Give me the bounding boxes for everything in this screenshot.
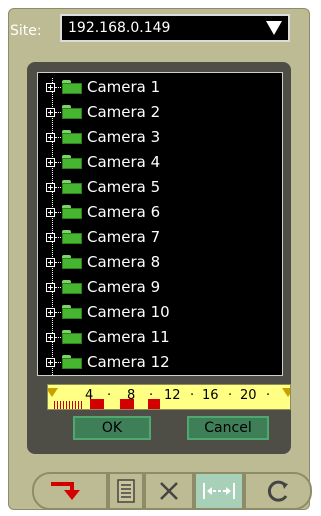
- camera-item[interactable]: Camera 8: [46, 252, 160, 272]
- site-value: 192.168.0.149: [68, 20, 171, 36]
- folder-icon: [62, 230, 82, 244]
- hour-label: 16: [202, 388, 219, 403]
- camera-label: Camera 6: [87, 203, 161, 221]
- expand-icon[interactable]: [46, 232, 55, 242]
- expand-icon[interactable]: [46, 82, 55, 92]
- folder-icon: [62, 80, 82, 94]
- expand-icon[interactable]: [46, 107, 55, 117]
- range-start-handle[interactable]: [48, 388, 58, 397]
- export-icon: [51, 482, 80, 500]
- list-icon: [117, 479, 135, 503]
- folder-icon: [62, 105, 82, 119]
- camera-item[interactable]: Camera 7: [46, 227, 160, 247]
- camera-label: Camera 11: [87, 328, 170, 346]
- folder-icon: [62, 255, 82, 269]
- expand-icon[interactable]: [46, 132, 55, 142]
- delete-button[interactable]: [144, 472, 194, 510]
- camera-item[interactable]: Camera 1: [46, 77, 160, 97]
- range-end-handle[interactable]: [282, 388, 290, 397]
- camera-item[interactable]: Camera 4: [46, 152, 160, 172]
- camera-item[interactable]: Camera 9: [46, 277, 160, 297]
- bottom-toolbar: [32, 472, 312, 510]
- ok-button[interactable]: OK: [73, 416, 151, 440]
- expand-icon[interactable]: [46, 257, 55, 267]
- camera-label: Camera 7: [87, 228, 161, 246]
- export-button[interactable]: [32, 472, 108, 510]
- folder-icon: [62, 280, 82, 294]
- site-select[interactable]: 192.168.0.149: [60, 14, 290, 42]
- camera-label: Camera 5: [87, 178, 161, 196]
- fit-width-button[interactable]: [194, 472, 244, 510]
- camera-tree[interactable]: Camera 1 Camera 2 Camera 3 Camera 4 Came…: [37, 72, 283, 376]
- folder-icon: [62, 355, 82, 369]
- camera-label: Camera 12: [87, 353, 170, 371]
- camera-label: Camera 10: [87, 303, 170, 321]
- site-row: Site:: [10, 18, 50, 44]
- list-button[interactable]: [108, 472, 144, 510]
- expand-icon[interactable]: [46, 207, 55, 217]
- expand-icon[interactable]: [46, 357, 55, 367]
- close-icon: [160, 482, 178, 500]
- folder-icon: [62, 305, 82, 319]
- time-range-bar[interactable]: 4 · 8 · 12 · 16 · 20 ·: [47, 384, 291, 410]
- folder-icon: [62, 180, 82, 194]
- camera-label: Camera 2: [87, 103, 161, 121]
- expand-icon[interactable]: [46, 282, 55, 292]
- folder-icon: [62, 155, 82, 169]
- hour-label: 20: [240, 388, 257, 403]
- expand-icon[interactable]: [46, 332, 55, 342]
- chevron-down-icon[interactable]: [266, 21, 282, 35]
- camera-item[interactable]: Camera 6: [46, 202, 160, 222]
- camera-label: Camera 4: [87, 153, 161, 171]
- hour-label: 4: [85, 388, 94, 403]
- camera-item[interactable]: Camera 2: [46, 102, 160, 122]
- cancel-button[interactable]: Cancel: [187, 416, 269, 440]
- camera-label: Camera 9: [87, 278, 161, 296]
- folder-icon: [62, 205, 82, 219]
- camera-item[interactable]: Camera 5: [46, 177, 160, 197]
- expand-icon[interactable]: [46, 157, 55, 167]
- camera-item[interactable]: Camera 11: [46, 327, 170, 347]
- refresh-icon: [267, 480, 288, 502]
- hour-label: 12: [164, 388, 181, 403]
- camera-label: Camera 8: [87, 253, 161, 271]
- camera-item[interactable]: Camera 3: [46, 127, 160, 147]
- site-label: Site:: [10, 23, 42, 39]
- camera-label: Camera 3: [87, 128, 161, 146]
- camera-item[interactable]: Camera 12: [46, 352, 170, 372]
- hour-label: 8: [127, 388, 136, 403]
- folder-icon: [62, 330, 82, 344]
- camera-item[interactable]: Camera 10: [46, 302, 170, 322]
- folder-icon: [62, 130, 82, 144]
- expand-icon[interactable]: [46, 307, 55, 317]
- fit-width-icon: [203, 483, 235, 499]
- refresh-button[interactable]: [244, 472, 312, 510]
- camera-label: Camera 1: [87, 78, 161, 96]
- expand-icon[interactable]: [46, 182, 55, 192]
